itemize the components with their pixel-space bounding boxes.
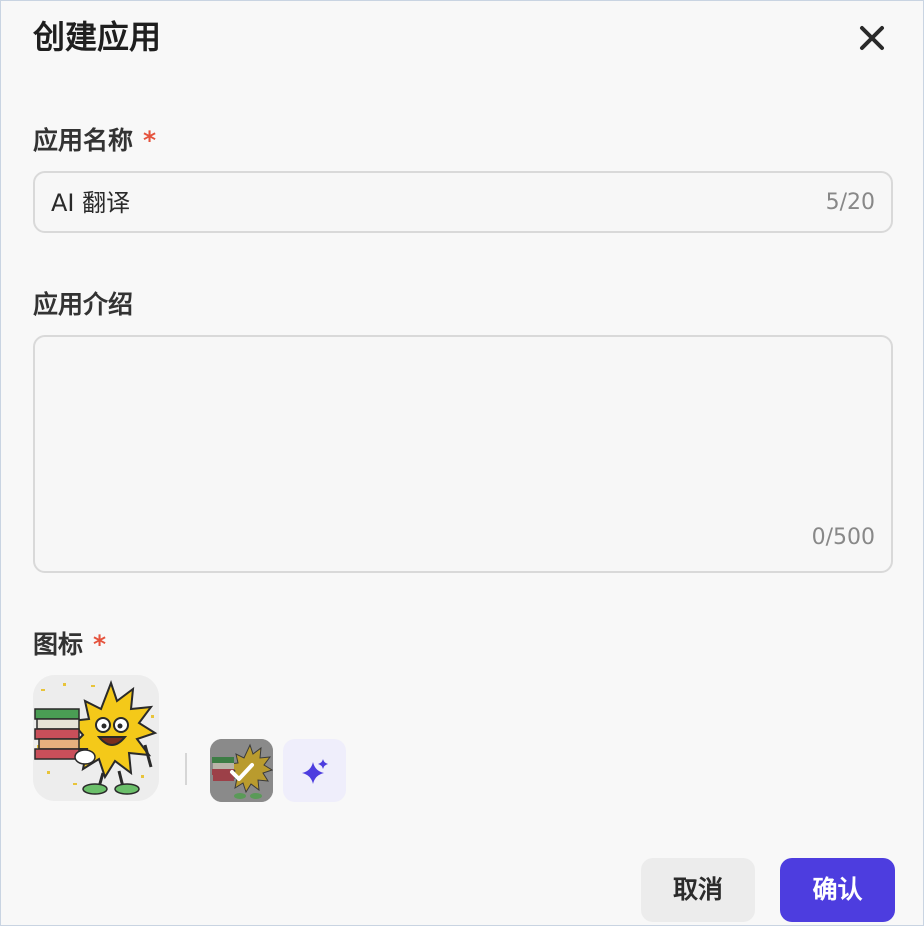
ai-generate-icon-button[interactable] <box>283 739 346 802</box>
sparkle-icon <box>300 756 330 790</box>
app-name-input[interactable]: AI 翻译 5/20 <box>33 171 893 233</box>
cartoon-star-thumbnail-selected-icon[interactable] <box>210 739 273 802</box>
app-name-char-count: 5/20 <box>825 190 875 215</box>
icon-label-text: 图标 <box>33 630 84 659</box>
app-name-value: AI 翻译 <box>51 189 131 217</box>
cartoon-star-with-books-icon[interactable] <box>33 675 159 801</box>
icon-label: 图标 * <box>33 628 106 662</box>
confirm-button[interactable]: 确认 <box>780 858 895 922</box>
app-name-label-text: 应用名称 <box>33 126 134 155</box>
app-description-label: 应用介绍 <box>33 288 133 322</box>
dialog-title: 创建应用 <box>33 18 162 56</box>
required-mark: * <box>93 630 107 659</box>
close-icon[interactable] <box>853 19 891 57</box>
icon-separator <box>185 753 187 785</box>
app-description-textarea[interactable]: 0/500 <box>33 335 893 573</box>
required-mark: * <box>143 126 157 155</box>
create-app-dialog: 创建应用 应用名称 * AI 翻译 5/20 应用介绍 0/500 图标 * 取… <box>0 0 924 926</box>
app-name-label: 应用名称 * <box>33 124 156 158</box>
app-description-label-text: 应用介绍 <box>33 290 134 319</box>
cancel-button[interactable]: 取消 <box>641 858 755 922</box>
app-description-char-count: 0/500 <box>811 525 875 550</box>
